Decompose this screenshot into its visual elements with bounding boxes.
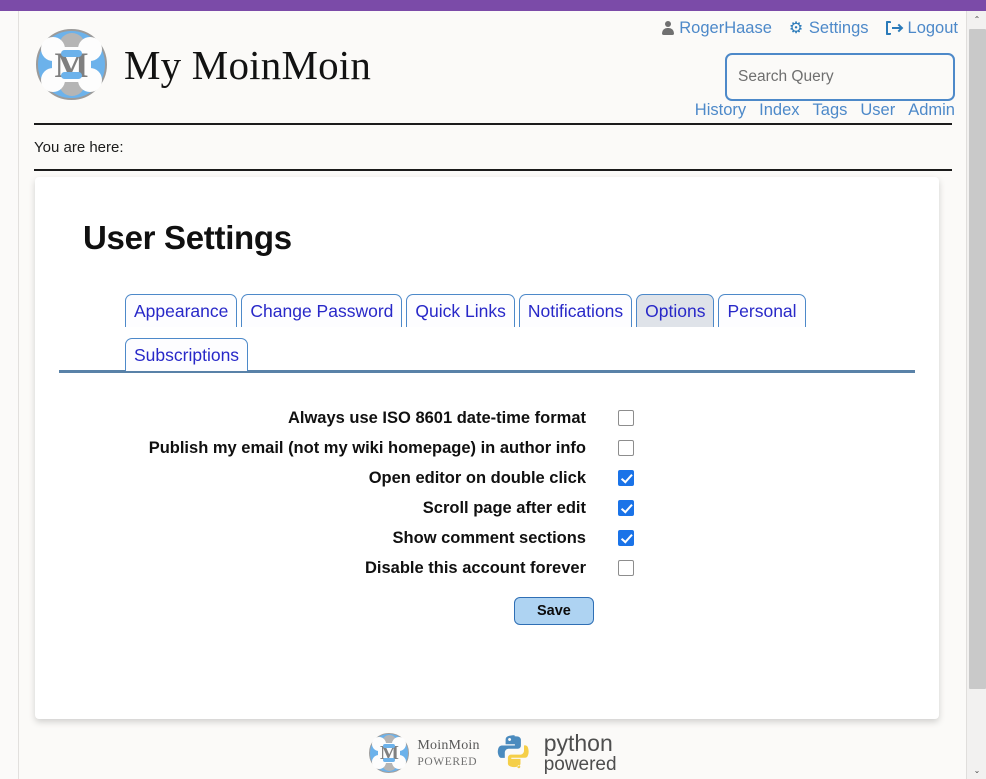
username-label: RogerHaase: [679, 19, 772, 38]
tab-personal[interactable]: Personal: [718, 294, 805, 327]
python-logo-icon: [494, 732, 536, 774]
site-title[interactable]: My MoinMoin: [124, 41, 371, 89]
user-icon: [661, 21, 674, 36]
logout-label: Logout: [908, 19, 958, 38]
option-row-scroll-page: Scroll page after edit: [83, 493, 915, 523]
moinmoin-logo-icon-small: M: [369, 733, 409, 773]
logo-letter: M: [38, 31, 105, 98]
username-link[interactable]: RogerHaase: [661, 19, 772, 38]
page-left-margin: [0, 11, 19, 779]
tab-quick-links[interactable]: Quick Links: [406, 294, 514, 327]
option-row-iso8601: Always use ISO 8601 date-time format: [83, 403, 915, 433]
option-row-disable-account: Disable this account forever: [83, 553, 915, 583]
option-label-open-editor: Open editor on double click: [83, 463, 618, 493]
option-row-publish-email: Publish my email (not my wiki homepage) …: [83, 433, 915, 463]
browser-viewport: ⌃ ⌄ M My MoinMoin: [0, 0, 986, 779]
checkbox-open-editor[interactable]: [618, 470, 634, 486]
scroll-down-arrow-icon[interactable]: ⌄: [967, 762, 986, 779]
vertical-scrollbar[interactable]: ⌃ ⌄: [966, 11, 986, 779]
checkbox-scroll-page[interactable]: [618, 500, 634, 516]
option-row-show-comments: Show comment sections: [83, 523, 915, 553]
tab-subscriptions[interactable]: Subscriptions: [125, 338, 248, 371]
save-row: Save: [83, 597, 915, 625]
logo-letter-small: M: [370, 734, 408, 772]
nav-tags[interactable]: Tags: [813, 101, 848, 120]
tab-appearance[interactable]: Appearance: [125, 294, 237, 327]
checkbox-publish-email[interactable]: [618, 440, 634, 456]
content-card: User Settings Appearance Change Password…: [35, 177, 939, 719]
option-label-disable-account: Disable this account forever: [83, 553, 618, 583]
option-label-iso8601: Always use ISO 8601 date-time format: [83, 403, 618, 433]
nav-admin[interactable]: Admin: [908, 101, 955, 120]
logout-icon: [886, 21, 903, 36]
breadcrumb: You are here:: [20, 125, 966, 169]
header-quick-nav: History Index Tags User Admin: [695, 101, 955, 120]
option-label-show-comments: Show comment sections: [83, 523, 618, 553]
python-badge-line1: python: [544, 732, 617, 755]
site-brand[interactable]: M My MoinMoin: [36, 29, 371, 100]
option-row-open-editor: Open editor on double click: [83, 463, 915, 493]
moinmoin-badge-line1: MoinMoin: [417, 737, 479, 755]
tab-options[interactable]: Options: [636, 294, 714, 327]
nav-user[interactable]: User: [860, 101, 895, 120]
logout-link[interactable]: Logout: [886, 19, 958, 38]
scrollbar-thumb[interactable]: [969, 29, 986, 689]
settings-link[interactable]: ⚙ Settings: [789, 19, 869, 38]
moinmoin-badge-line2: POWERED: [417, 755, 479, 769]
nav-index[interactable]: Index: [759, 101, 799, 120]
scroll-up-arrow-icon[interactable]: ⌃: [967, 11, 986, 28]
gear-icon: ⚙: [789, 21, 804, 36]
checkbox-show-comments[interactable]: [618, 530, 634, 546]
python-badge-line2: powered: [544, 755, 617, 774]
checkbox-disable-account[interactable]: [618, 560, 634, 576]
header-user-links: RogerHaase ⚙ Settings Logout: [661, 19, 958, 38]
breadcrumb-label: You are here:: [34, 139, 124, 156]
header-divider-bottom: [34, 169, 952, 171]
wiki-page: M My MoinMoin RogerHaase ⚙ Settings: [20, 11, 966, 779]
python-powered-badge[interactable]: python powered: [494, 732, 617, 774]
tab-change-password[interactable]: Change Password: [241, 294, 402, 327]
tab-notifications[interactable]: Notifications: [519, 294, 632, 327]
settings-tabs: Appearance Change Password Quick Links N…: [59, 291, 915, 373]
moinmoin-logo-icon[interactable]: M: [36, 29, 107, 100]
site-header: M My MoinMoin RogerHaase ⚙ Settings: [20, 11, 966, 123]
option-label-publish-email: Publish my email (not my wiki homepage) …: [83, 433, 618, 463]
site-footer: M MoinMoin POWERED python powered: [20, 723, 966, 779]
options-form: Always use ISO 8601 date-time format Pub…: [59, 403, 915, 625]
save-button[interactable]: Save: [514, 597, 594, 625]
moinmoin-powered-badge[interactable]: M MoinMoin POWERED: [369, 733, 479, 773]
nav-history[interactable]: History: [695, 101, 746, 120]
search-input[interactable]: [725, 53, 955, 101]
page-title: User Settings: [59, 177, 915, 257]
option-label-scroll-page: Scroll page after edit: [83, 493, 618, 523]
settings-label: Settings: [809, 19, 869, 38]
browser-accent-bar: [0, 0, 986, 11]
checkbox-iso8601[interactable]: [618, 410, 634, 426]
